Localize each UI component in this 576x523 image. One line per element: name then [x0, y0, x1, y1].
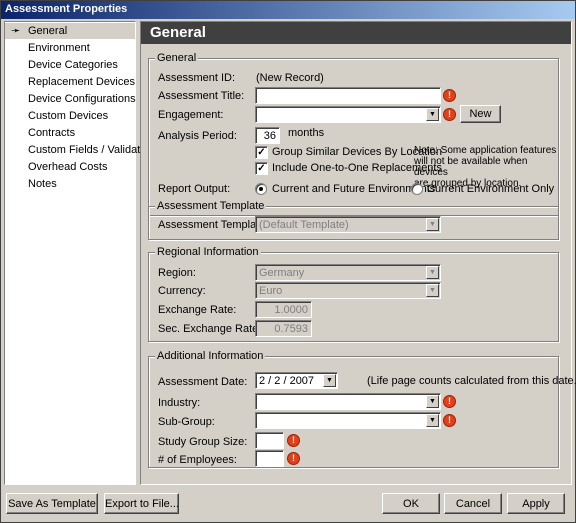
content-panel: General General Assessment ID: (New Reco… — [140, 21, 576, 485]
sec-exchange-rate-label: Sec. Exchange Rate: — [158, 323, 262, 335]
window-title: Assessment Properties — [5, 3, 128, 15]
assessment-date-note: (Life page counts calculated from this d… — [367, 375, 576, 387]
export-to-file-button[interactable]: Export to File... — [104, 493, 179, 514]
engagement-label: Engagement: — [158, 109, 224, 121]
chevron-down-icon: ▼ — [426, 266, 439, 279]
save-as-template-button[interactable]: Save As Template — [6, 493, 98, 514]
template-group: Assessment Template Assessment Template:… — [148, 200, 559, 240]
analysis-period-label: Analysis Period: — [158, 130, 237, 142]
currency-value: Euro — [259, 285, 283, 297]
warning-icon: ! — [288, 453, 299, 464]
sidebar-item-label: Contracts — [28, 127, 76, 139]
warning-icon: ! — [444, 109, 455, 120]
region-value: Germany — [259, 267, 305, 279]
sidebar-item-device-categories[interactable]: Device Categories — [5, 57, 135, 73]
exchange-rate-label: Exchange Rate: — [158, 304, 237, 316]
additional-group: Additional Information Assessment Date: … — [148, 350, 576, 468]
group-similar-checkbox[interactable]: ✓ — [255, 146, 268, 159]
note-line: will not be available when devices — [414, 156, 528, 178]
engagement-select[interactable]: ▼ — [255, 106, 441, 123]
sidebar-item-label: Replacement Devices — [28, 76, 135, 88]
assessment-date-label: Assessment Date: — [158, 376, 248, 388]
report-output-label: Report Output: — [158, 183, 231, 195]
exchange-rate-input: 1.0000 — [255, 301, 312, 318]
sidebar-item-device-configurations[interactable]: Device Configurations — [5, 91, 136, 107]
chevron-down-icon: ▼ — [426, 284, 439, 297]
assessment-id-value: (New Record) — [256, 72, 324, 84]
region-label: Region: — [158, 267, 196, 279]
study-group-size-input[interactable] — [255, 432, 284, 449]
currency-label: Currency: — [158, 285, 206, 297]
warning-icon: ! — [444, 396, 455, 407]
sidebar-item-notes[interactable]: Notes — [5, 176, 135, 192]
general-group: General Assessment ID: (New Record) Asse… — [148, 52, 559, 216]
analysis-period-unit: months — [288, 127, 325, 139]
assessment-id-label: Assessment ID: — [158, 72, 236, 84]
apply-button[interactable]: Apply — [507, 493, 565, 514]
additional-group-legend: Additional Information — [155, 350, 266, 362]
cancel-button[interactable]: Cancel — [444, 493, 502, 514]
regional-group: Regional Information Region: Germany ▼ C… — [148, 246, 559, 342]
sidebar-item-label: Environment — [28, 42, 90, 54]
sidebar-item-general[interactable]: ➛ General — [5, 23, 135, 39]
assessment-date-value: 2 / 2 / 2007 — [259, 375, 315, 387]
ok-button[interactable]: OK — [382, 493, 440, 514]
employees-input[interactable] — [255, 450, 284, 467]
chevron-down-icon[interactable]: ▼ — [426, 395, 439, 408]
assessment-properties-window: Assessment Properties ➛ General Environm… — [0, 0, 576, 523]
study-group-size-label: Study Group Size: — [158, 436, 248, 448]
sidebar-item-custom-devices[interactable]: Custom Devices — [5, 108, 135, 124]
warning-icon: ! — [444, 90, 455, 101]
sidebar-item-environment[interactable]: Environment — [5, 40, 135, 56]
general-group-legend: General — [155, 52, 199, 64]
industry-label: Industry: — [158, 397, 201, 409]
sidebar-item-label: Notes — [28, 178, 57, 190]
template-group-legend: Assessment Template — [155, 200, 267, 212]
region-select: Germany ▼ — [255, 264, 441, 281]
template-label: Assessment Template: — [158, 219, 269, 231]
assessment-title-label: Assessment Title: — [158, 90, 245, 102]
sidebar-item-label: Custom Fields / Validation — [28, 144, 155, 156]
assessment-title-input[interactable] — [255, 87, 441, 104]
analysis-period-input[interactable]: 36 — [255, 127, 280, 144]
note-line: Note: Some application features — [414, 145, 557, 156]
warning-icon: ! — [288, 435, 299, 446]
new-engagement-button[interactable]: New — [460, 105, 501, 123]
current-only-radio[interactable] — [411, 183, 423, 195]
sidebar-item-overhead-costs[interactable]: Overhead Costs — [5, 159, 135, 175]
sidebar-item-label: General — [28, 25, 68, 37]
current-future-radio[interactable] — [255, 183, 267, 195]
sidebar-item-label: Overhead Costs — [28, 161, 108, 173]
regional-group-legend: Regional Information — [155, 246, 261, 258]
sec-exchange-rate-input: 0.7593 — [255, 320, 312, 337]
window-titlebar[interactable]: Assessment Properties — [1, 1, 575, 19]
currency-select: Euro ▼ — [255, 282, 441, 299]
chevron-down-icon[interactable]: ▼ — [426, 414, 439, 427]
sidebar-item-label: Device Configurations — [28, 93, 136, 105]
arrow-pointer-icon: ➛ — [11, 25, 21, 37]
sidebar-nav: ➛ General Environment Device Categories … — [4, 21, 155, 485]
sidebar-item-label: Device Categories — [28, 59, 118, 71]
assessment-date-picker[interactable]: 2 / 2 / 2007 ▼ — [255, 372, 338, 389]
sidebar-item-contracts[interactable]: Contracts — [5, 125, 135, 141]
sub-group-select[interactable]: ▼ — [255, 412, 441, 429]
chevron-down-icon[interactable]: ▼ — [426, 108, 439, 121]
current-only-label: Current Environment Only — [427, 183, 555, 195]
industry-select[interactable]: ▼ — [255, 393, 441, 410]
warning-icon: ! — [444, 415, 455, 426]
sidebar-item-custom-fields[interactable]: Custom Fields / Validation — [5, 142, 155, 158]
template-value: (Default Template) — [259, 219, 349, 231]
include-replacements-checkbox[interactable]: ✓ — [255, 162, 268, 175]
template-select: (Default Template) ▼ — [255, 216, 441, 233]
page-title: General — [141, 22, 571, 44]
chevron-down-icon: ▼ — [426, 218, 439, 231]
sub-group-label: Sub-Group: — [158, 416, 215, 428]
employees-label: # of Employees: — [158, 454, 237, 466]
sidebar-item-label: Custom Devices — [28, 110, 109, 122]
chevron-down-icon[interactable]: ▼ — [323, 374, 336, 387]
sidebar-item-replacement-devices[interactable]: Replacement Devices — [5, 74, 135, 90]
